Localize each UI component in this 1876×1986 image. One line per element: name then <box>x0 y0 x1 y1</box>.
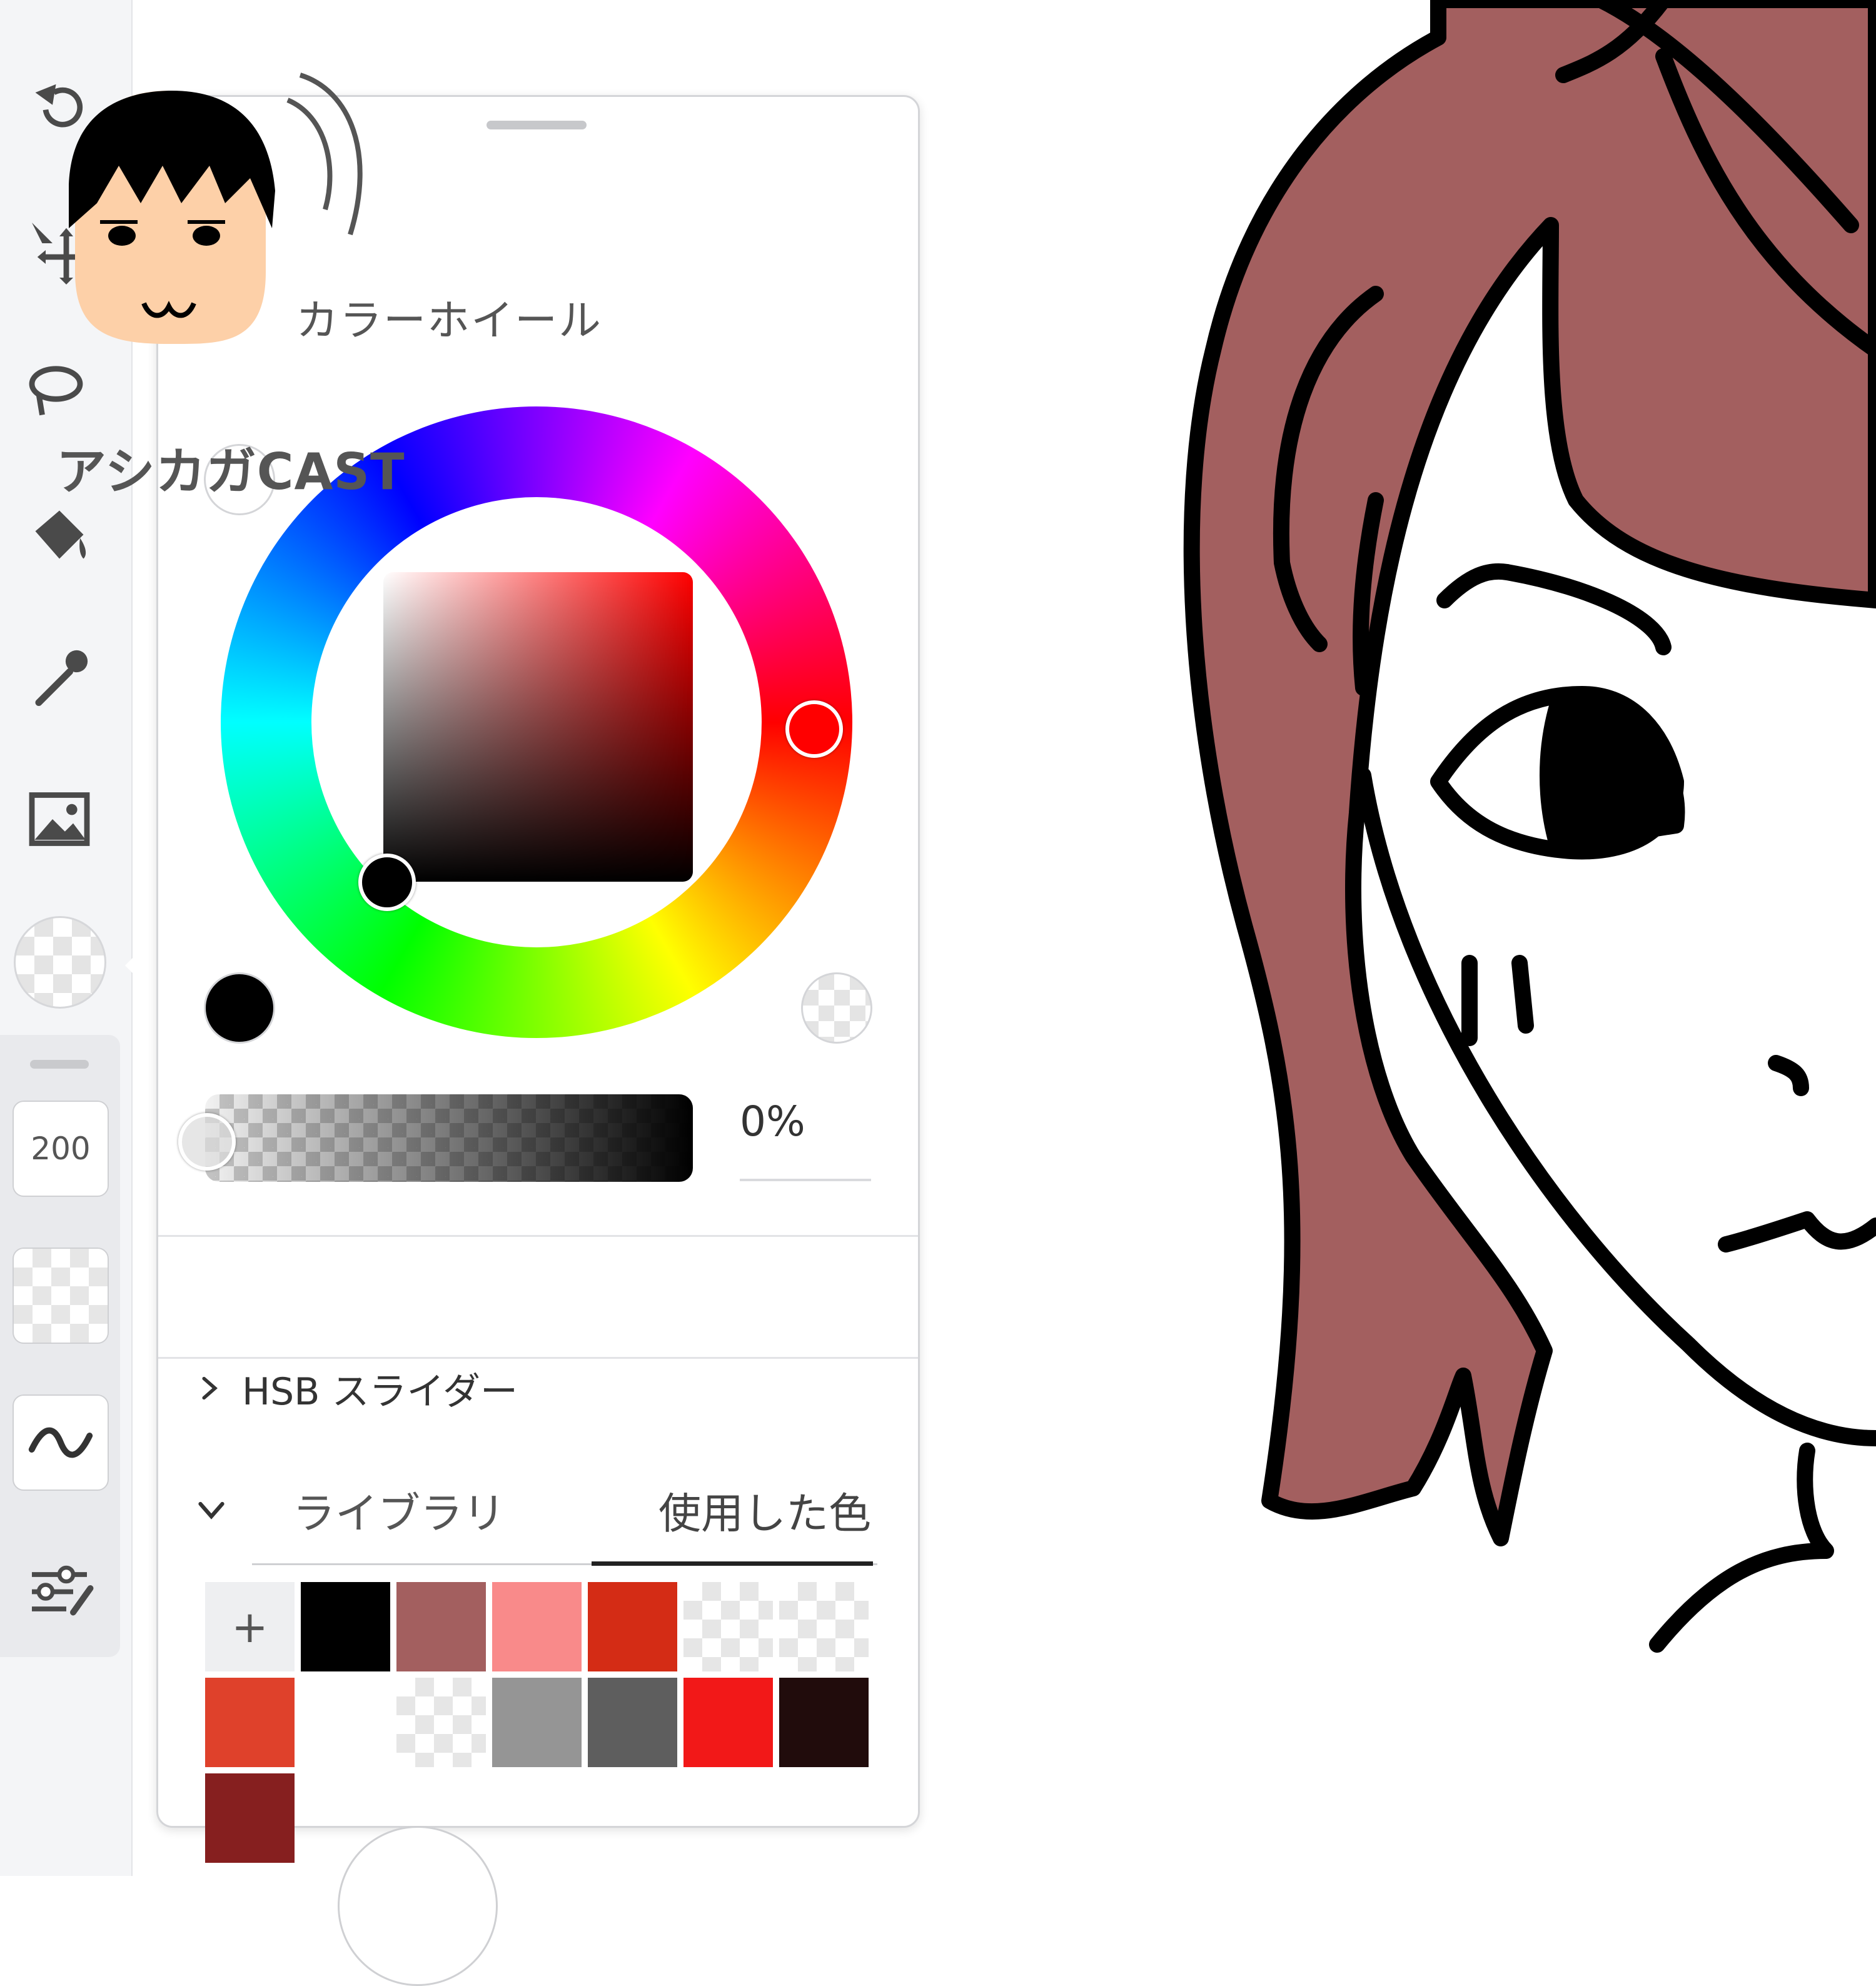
color-swatch-icon[interactable] <box>14 916 106 1009</box>
opacity-value[interactable]: 0% <box>740 1097 805 1146</box>
hsb-slider-toggle[interactable]: HSB スライダー <box>196 1360 518 1416</box>
add-swatch-button[interactable]: + <box>205 1582 295 1671</box>
opacity-slider-thumb[interactable] <box>178 1113 236 1171</box>
chevron-right-icon <box>202 1376 218 1400</box>
group-grab-handle[interactable] <box>30 1060 89 1069</box>
opacity-slider[interactable] <box>205 1094 693 1182</box>
brush-size-field[interactable]: 200 <box>13 1101 109 1197</box>
hair-shape <box>1183 0 1876 1546</box>
color-swatch[interactable] <box>779 1582 869 1671</box>
watermark-text: アシカガCAST <box>56 443 405 501</box>
opacity-value-underline <box>740 1179 871 1181</box>
eyedropper-tool[interactable] <box>19 638 100 719</box>
divider <box>158 1357 918 1359</box>
transparent-color-button[interactable] <box>801 972 872 1044</box>
hue-marker[interactable] <box>785 700 843 758</box>
color-swatch[interactable] <box>492 1678 582 1767</box>
panel-drag-handle[interactable] <box>487 121 587 129</box>
swatch-tabs: ライブラリ 使用した色 <box>196 1479 884 1548</box>
saturation-brightness-marker[interactable] <box>358 854 416 911</box>
mascot-face-icon <box>69 73 363 345</box>
brush-opacity-preview[interactable] <box>13 1248 109 1344</box>
chevron-down-icon[interactable] <box>196 1495 227 1526</box>
color-swatch[interactable] <box>205 1678 295 1767</box>
divider <box>158 1235 918 1237</box>
fill-tool[interactable] <box>19 494 100 575</box>
tab-library[interactable]: ライブラリ <box>293 1479 505 1541</box>
color-swatch[interactable] <box>396 1582 486 1671</box>
wave-stroke-icon <box>28 1427 93 1458</box>
color-swatch[interactable] <box>683 1678 773 1767</box>
adjustments-icon <box>32 1565 94 1616</box>
color-swatch[interactable] <box>588 1582 677 1671</box>
eyedropper-icon <box>35 650 88 706</box>
color-swatch[interactable] <box>301 1678 390 1767</box>
color-swatch[interactable] <box>301 1582 390 1671</box>
hsb-slider-label: HSB スライダー <box>242 1369 518 1414</box>
current-color-button[interactable] <box>204 972 275 1044</box>
active-tab-indicator <box>592 1561 873 1566</box>
watermark-logo: アシカガCAST <box>25 72 431 501</box>
image-icon <box>29 792 90 846</box>
color-swatch[interactable] <box>492 1582 582 1671</box>
stroke-type-button[interactable] <box>13 1394 109 1491</box>
panel-pointer <box>125 932 159 999</box>
bottom-round-button[interactable] <box>338 1826 498 1986</box>
saturation-brightness-square[interactable] <box>383 572 693 882</box>
tool-settings-group: 200 <box>0 1035 120 1657</box>
adjustments-tool[interactable] <box>19 1548 100 1629</box>
image-tool[interactable] <box>19 779 100 860</box>
fill-bucket-icon <box>35 510 86 559</box>
color-swatch[interactable] <box>205 1773 295 1863</box>
tab-used-colors[interactable]: 使用した色 <box>658 1479 871 1541</box>
color-swatch[interactable] <box>588 1678 677 1767</box>
color-swatch[interactable] <box>683 1582 773 1671</box>
color-swatch[interactable] <box>779 1678 869 1767</box>
color-swatch[interactable] <box>396 1678 486 1767</box>
